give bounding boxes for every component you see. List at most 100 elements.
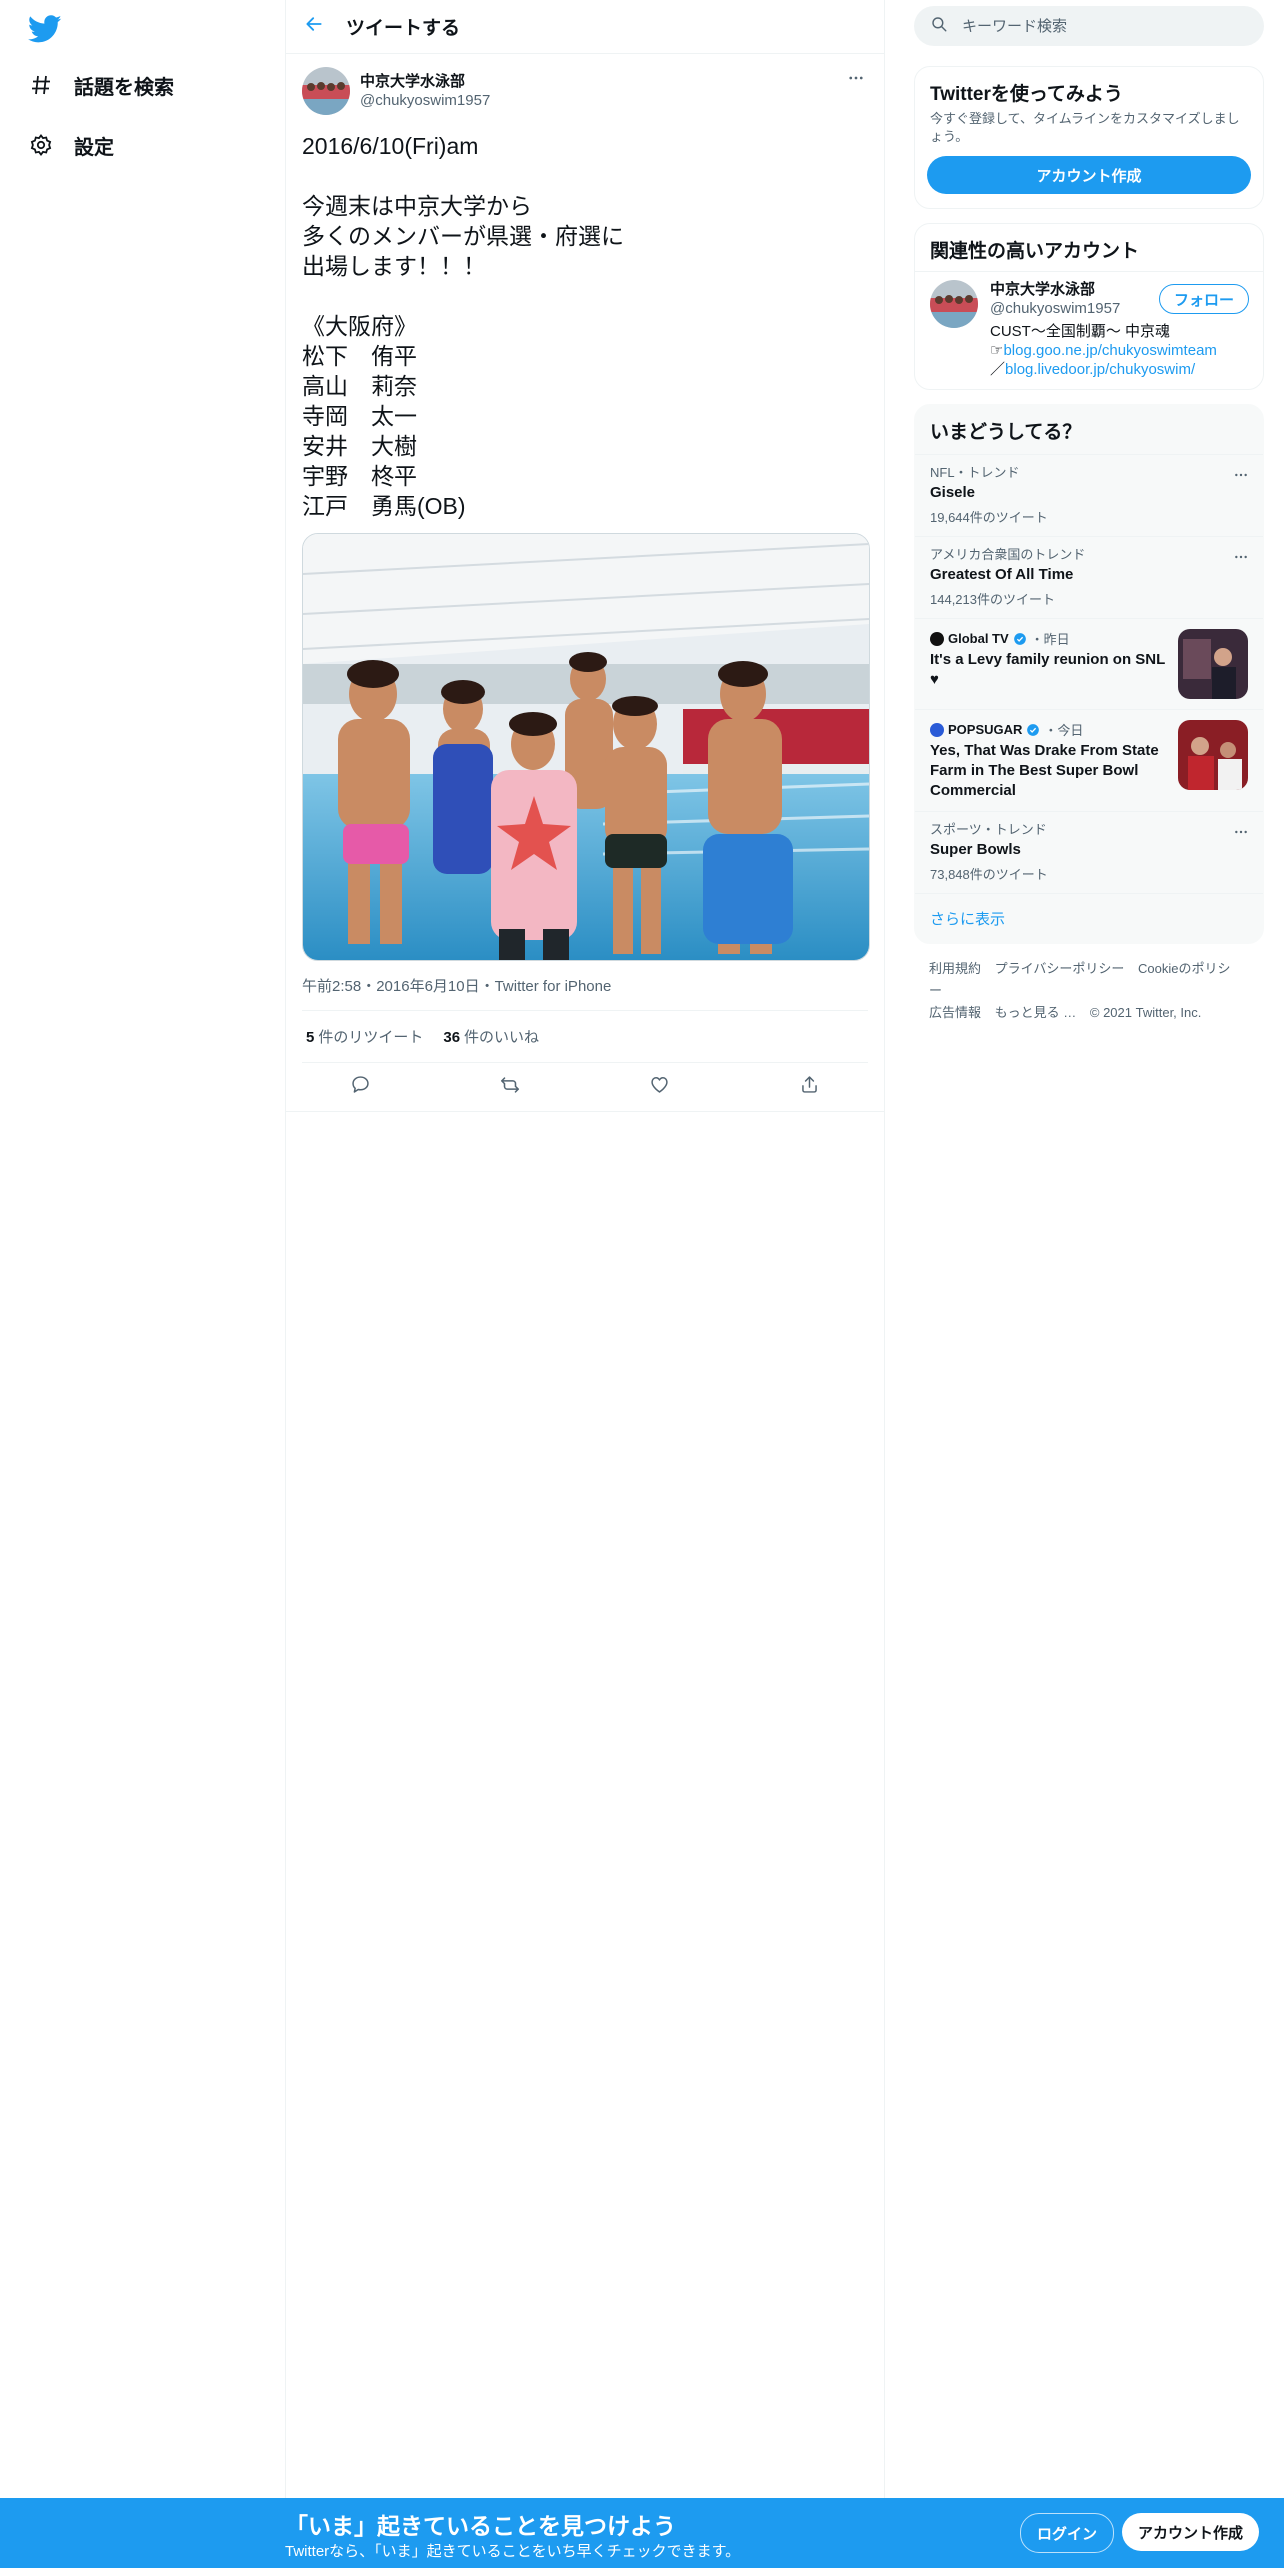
nav-explore-label: 話題を検索 [74, 76, 174, 99]
trend-item[interactable]: スポーツ・トレンド Super Bowls 73,848件のツイート [915, 811, 1263, 893]
verified-badge-icon [1013, 632, 1027, 646]
like-icon [649, 1074, 670, 1100]
main-column: ツイートする 中京大学水泳部 @chukyoswim1957 2016/6/10… [285, 0, 885, 2500]
hashtag-icon [28, 72, 54, 98]
like-stat[interactable]: 36 件のいいね [443, 1026, 539, 1047]
tweet-stats: 5 件のリツイート 36 件のいいね [302, 1011, 868, 1063]
verified-badge-icon [1026, 723, 1040, 737]
news-source: POPSUGAR [948, 722, 1023, 737]
relevant-accounts-title: 関連性の高いアカウント [915, 224, 1263, 272]
signup-card-title: Twitterを使ってみよう [930, 84, 1123, 105]
nav-settings-label: 設定 [74, 136, 114, 159]
arrow-left-icon [304, 14, 324, 39]
news-thumbnail [1178, 629, 1248, 699]
footer-link-ads[interactable]: 広告情報 [929, 1005, 981, 1020]
reply-button[interactable] [341, 1067, 381, 1107]
bio-line-1: CUST〜全国制覇〜 中京魂 [990, 323, 1171, 340]
avatar[interactable] [302, 67, 350, 115]
trend-count: 144,213件のツイート [930, 592, 1055, 607]
bio-link-livedoor[interactable]: blog.livedoor.jp/chukyoswim/ [1005, 361, 1195, 378]
bottom-bar-title: 「いま」起きていることを見つけよう [285, 2513, 676, 2539]
trend-meta: スポーツ・トレンド [930, 822, 1047, 837]
tweet-actions [286, 1063, 884, 1112]
trend-title: Greatest Of All Time [930, 566, 1074, 583]
bio-link-goo[interactable]: blog.goo.ne.jp/chukyoswimteam [1003, 342, 1216, 359]
footer-link-more[interactable]: もっと見る … [995, 1005, 1077, 1020]
more-dots-icon [847, 69, 865, 92]
trends-title: いまどうしてる？ [930, 422, 1082, 443]
reply-icon [350, 1074, 371, 1100]
footer-copyright: © 2021 Twitter, Inc. [1089, 1005, 1202, 1020]
share-icon [799, 1074, 820, 1100]
footer-links: 利用規約 プライバシーポリシー Cookieのポリシー 広告情報 もっと見る …… [914, 944, 1264, 1038]
trend-item[interactable]: アメリカ合衆国のトレンド Greatest Of All Time 144,21… [915, 536, 1263, 618]
signup-card: Twitterを使ってみよう 今すぐ登録して、タイムラインをカスタマイズしましょ… [914, 66, 1264, 209]
footer-link-terms[interactable]: 利用規約 [929, 961, 981, 976]
signup-card-subtitle: 今すぐ登録して、タイムラインをカスタマイズしましょう。 [930, 111, 1240, 144]
more-options-button[interactable] [844, 68, 868, 92]
like-button[interactable] [640, 1067, 680, 1107]
more-dots-icon[interactable] [1231, 547, 1251, 567]
retweet-label: 件のリツイート [318, 1029, 424, 1046]
main-header: ツイートする [286, 0, 884, 54]
relevant-account[interactable]: 中京大学水泳部 @chukyoswim1957 CUST〜全国制覇〜 中京魂 ☞… [915, 272, 1263, 389]
nav-settings[interactable]: 設定 [28, 119, 114, 171]
signup-button[interactable]: アカウント作成 [1122, 2513, 1260, 2551]
search-bar[interactable] [914, 6, 1264, 46]
news-source: Global TV [948, 631, 1009, 646]
trend-title: Gisele [930, 484, 976, 501]
show-more-link[interactable]: さらに表示 [915, 893, 1263, 943]
bio-slash-glyph: ／ [990, 361, 1006, 378]
news-time: ・今日 [1044, 723, 1084, 738]
tweet-photo[interactable] [302, 533, 870, 961]
news-title: It's a Levy family reunion on SNL ♥ [930, 651, 1166, 688]
right-sidebar: Twitterを使ってみよう 今すぐ登録して、タイムラインをカスタマイズしましょ… [914, 0, 1264, 1038]
relevant-accounts-card: 関連性の高いアカウント 中京大学水泳部 @chukyoswim1957 CUST… [914, 223, 1264, 390]
news-time: ・昨日 [1030, 632, 1070, 647]
create-account-button[interactable]: アカウント作成 [927, 156, 1251, 194]
author-name[interactable]: 中京大学水泳部 [360, 72, 490, 91]
news-item[interactable]: Global TV ・昨日 It's a Levy family reunion… [915, 618, 1263, 709]
like-count: 36 [443, 1029, 461, 1046]
search-input[interactable] [960, 16, 1224, 36]
follow-button[interactable]: フォロー [1158, 284, 1249, 314]
back-button[interactable] [286, 0, 342, 53]
share-button[interactable] [789, 1067, 829, 1107]
more-dots-icon[interactable] [1231, 465, 1251, 485]
trends-card: いまどうしてる？ NFL・トレンド Gisele 19,644件のツイート アメ… [914, 404, 1264, 944]
footer-link-privacy[interactable]: プライバシーポリシー [995, 961, 1125, 976]
more-dots-icon[interactable] [1231, 822, 1251, 842]
trend-title: Super Bowls [930, 841, 1021, 858]
bio-pointer-glyph: ☞ [990, 342, 1004, 359]
trend-count: 73,848件のツイート [930, 867, 1048, 882]
news-item[interactable]: POPSUGAR ・今日 Yes, That Was Drake From St… [915, 709, 1263, 811]
search-icon [930, 15, 948, 38]
page-title: ツイートする [346, 18, 461, 39]
news-thumbnail [1178, 720, 1248, 790]
trend-count: 19,644件のツイート [930, 510, 1048, 525]
popsugar-logo-icon [930, 722, 944, 737]
like-label: 件のいいね [464, 1029, 540, 1046]
globaltv-logo-icon [930, 631, 944, 646]
tweet: 中京大学水泳部 @chukyoswim1957 2016/6/10(Fri)am… [286, 54, 884, 1112]
nav-explore[interactable]: 話題を検索 [28, 59, 174, 111]
retweet-icon [499, 1074, 521, 1101]
tweet-text: 2016/6/10(Fri)am 今週末は中京大学から 多くのメンバーが県選・府… [302, 133, 624, 519]
tweet-timestamp[interactable]: 午前2:58・2016年6月10日・Twitter for iPhone [302, 975, 868, 1011]
twitter-bird-icon[interactable] [27, 12, 62, 46]
avatar[interactable] [930, 280, 978, 328]
gear-icon [28, 132, 54, 158]
trend-meta: NFL・トレンド [930, 465, 1020, 480]
trend-item[interactable]: NFL・トレンド Gisele 19,644件のツイート [915, 454, 1263, 536]
news-title: Yes, That Was Drake From State Farm in T… [930, 742, 1159, 799]
login-button[interactable]: ログイン [1020, 2513, 1115, 2553]
tweet-author: 中京大学水泳部 @chukyoswim1957 [302, 54, 868, 116]
retweet-button[interactable] [490, 1067, 530, 1107]
retweet-stat[interactable]: 5 件のリツイート [306, 1026, 423, 1047]
retweet-count: 5 [306, 1029, 315, 1046]
author-handle[interactable]: @chukyoswim1957 [360, 91, 490, 110]
left-nav: 話題を検索 設定 [0, 0, 285, 2500]
trend-meta: アメリカ合衆国のトレンド [930, 547, 1086, 562]
bottom-signup-bar: 「いま」起きていることを見つけよう Twitterなら、「いま」起きていることを… [0, 2498, 1284, 2568]
bottom-bar-subtitle: Twitterなら、「いま」起きていることをいち早くチェックできます。 [285, 2543, 741, 2560]
